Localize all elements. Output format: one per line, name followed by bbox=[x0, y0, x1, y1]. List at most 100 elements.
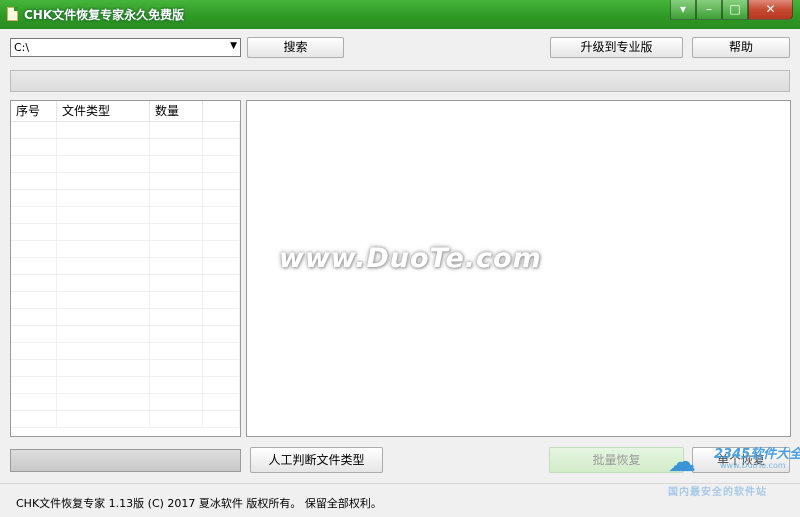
recovery-progress-bar bbox=[10, 449, 241, 472]
list-cell bbox=[150, 122, 203, 139]
site-logo: ☁ 2345软件大全 www.DuoTe.com 国内最安全的软件站 bbox=[668, 435, 800, 501]
column-header-count[interactable]: 数量 bbox=[150, 101, 203, 121]
list-cell bbox=[57, 156, 150, 173]
list-row bbox=[11, 343, 240, 360]
mascot-icon: ☁ bbox=[668, 445, 696, 478]
watermark: www.DuoTe.com bbox=[279, 243, 542, 274]
list-cell bbox=[11, 139, 57, 156]
list-cell bbox=[150, 241, 203, 258]
list-cell bbox=[150, 292, 203, 309]
list-cell bbox=[11, 207, 57, 224]
list-cell bbox=[11, 343, 57, 360]
logo-url: www.DuoTe.com bbox=[720, 461, 786, 470]
list-row bbox=[11, 122, 240, 139]
batch-recover-button[interactable]: 批量恢复 bbox=[549, 447, 684, 473]
manual-file-type-button[interactable]: 人工判断文件类型 bbox=[250, 447, 383, 473]
menu-dropdown-button[interactable]: ▾ bbox=[670, 0, 696, 20]
file-type-list[interactable]: 序号 文件类型 数量 bbox=[10, 100, 241, 437]
list-row bbox=[11, 326, 240, 343]
app-window: CHK文件恢复专家永久免费版 ▾ – □ ✕ C:\ ▼ 搜索 升级到专业版 帮… bbox=[0, 0, 800, 517]
list-cell bbox=[57, 275, 150, 292]
list-cell bbox=[57, 122, 150, 139]
list-cell bbox=[150, 343, 203, 360]
list-cell bbox=[203, 309, 240, 326]
window-title: CHK文件恢复专家永久免费版 bbox=[24, 8, 185, 22]
list-cell bbox=[150, 309, 203, 326]
list-cell bbox=[203, 343, 240, 360]
list-row bbox=[11, 139, 240, 156]
list-cell bbox=[203, 122, 240, 139]
list-row bbox=[11, 292, 240, 309]
list-cell bbox=[203, 173, 240, 190]
list-cell bbox=[203, 156, 240, 173]
logo-brand: 2345软件大全 bbox=[714, 447, 800, 462]
list-cell bbox=[150, 190, 203, 207]
maximize-button[interactable]: □ bbox=[722, 0, 748, 20]
list-cell bbox=[11, 394, 57, 411]
list-cell bbox=[11, 224, 57, 241]
list-cell bbox=[57, 173, 150, 190]
chevron-down-icon[interactable]: ▼ bbox=[230, 41, 237, 51]
list-cell bbox=[203, 275, 240, 292]
list-cell bbox=[57, 139, 150, 156]
column-header-index[interactable]: 序号 bbox=[11, 101, 57, 121]
list-cell bbox=[150, 275, 203, 292]
list-cell bbox=[57, 360, 150, 377]
list-row bbox=[11, 190, 240, 207]
list-cell bbox=[11, 411, 57, 428]
list-cell bbox=[150, 394, 203, 411]
close-button[interactable]: ✕ bbox=[748, 0, 793, 20]
list-row bbox=[11, 309, 240, 326]
list-cell bbox=[57, 411, 150, 428]
list-cell bbox=[203, 326, 240, 343]
list-cell bbox=[11, 377, 57, 394]
list-cell bbox=[57, 258, 150, 275]
upgrade-button[interactable]: 升级到专业版 bbox=[550, 37, 683, 58]
list-cell bbox=[11, 292, 57, 309]
list-row bbox=[11, 275, 240, 292]
list-cell bbox=[57, 190, 150, 207]
list-cell bbox=[11, 190, 57, 207]
minimize-button[interactable]: – bbox=[696, 0, 722, 20]
list-cell bbox=[11, 173, 57, 190]
list-cell bbox=[150, 360, 203, 377]
list-cell bbox=[150, 156, 203, 173]
title-bar[interactable]: CHK文件恢复专家永久免费版 ▾ – □ ✕ bbox=[0, 0, 800, 29]
list-cell bbox=[57, 394, 150, 411]
list-row bbox=[11, 360, 240, 377]
list-row bbox=[11, 394, 240, 411]
list-row bbox=[11, 224, 240, 241]
drive-select[interactable]: C:\ ▼ bbox=[10, 38, 241, 57]
list-row bbox=[11, 173, 240, 190]
list-cell bbox=[57, 207, 150, 224]
list-header: 序号 文件类型 数量 bbox=[11, 101, 240, 122]
list-cell bbox=[150, 411, 203, 428]
list-cell bbox=[203, 292, 240, 309]
logo-slogan: 国内最安全的软件站 bbox=[668, 487, 767, 498]
list-row bbox=[11, 377, 240, 394]
list-cell bbox=[150, 207, 203, 224]
status-text: CHK文件恢复专家 1.13版 (C) 2017 夏冰软件 版权所有。 保留全部… bbox=[16, 497, 382, 510]
list-cell bbox=[11, 275, 57, 292]
list-cell bbox=[11, 360, 57, 377]
list-cell bbox=[11, 258, 57, 275]
drive-value: C:\ bbox=[14, 41, 30, 54]
list-cell bbox=[203, 190, 240, 207]
list-cell bbox=[57, 326, 150, 343]
column-header-file-type[interactable]: 文件类型 bbox=[57, 101, 150, 121]
help-button[interactable]: 帮助 bbox=[692, 37, 790, 58]
app-icon bbox=[7, 7, 18, 21]
list-cell bbox=[57, 241, 150, 258]
preview-pane: www.DuoTe.com bbox=[246, 100, 791, 437]
list-cell bbox=[203, 377, 240, 394]
list-cell bbox=[150, 258, 203, 275]
list-row bbox=[11, 207, 240, 224]
search-button[interactable]: 搜索 bbox=[247, 37, 344, 58]
list-cell bbox=[150, 377, 203, 394]
list-cell bbox=[150, 224, 203, 241]
list-cell bbox=[150, 139, 203, 156]
list-cell bbox=[203, 411, 240, 428]
list-cell bbox=[57, 343, 150, 360]
list-cell bbox=[203, 258, 240, 275]
list-row bbox=[11, 156, 240, 173]
